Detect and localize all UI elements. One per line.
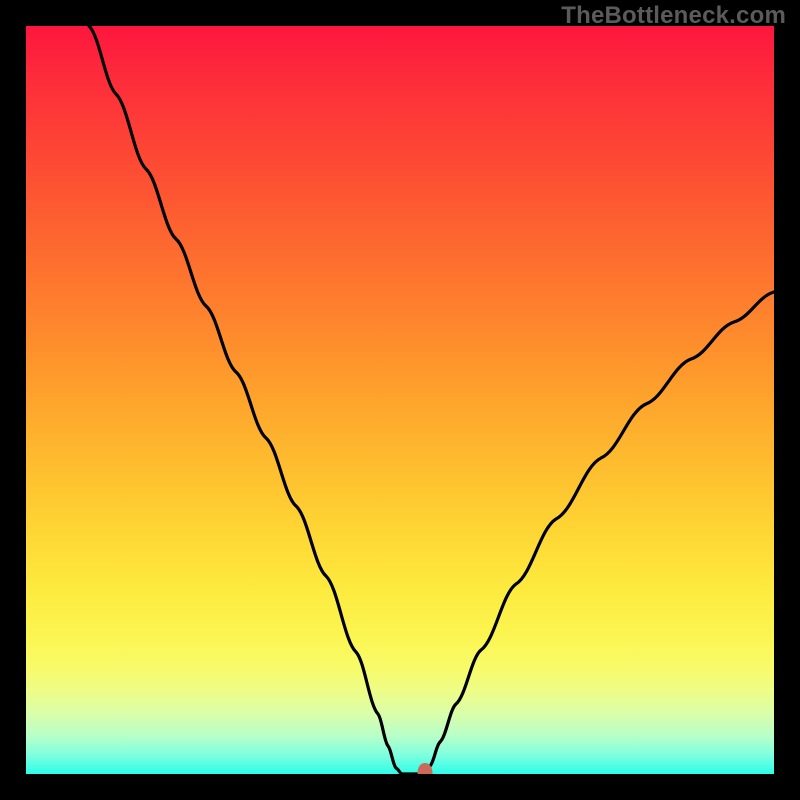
watermark-text: TheBottleneck.com — [561, 2, 786, 30]
plot-area — [26, 26, 774, 774]
curve-path — [89, 26, 774, 774]
bottleneck-curve — [26, 26, 774, 774]
chart-frame: TheBottleneck.com — [0, 0, 800, 800]
